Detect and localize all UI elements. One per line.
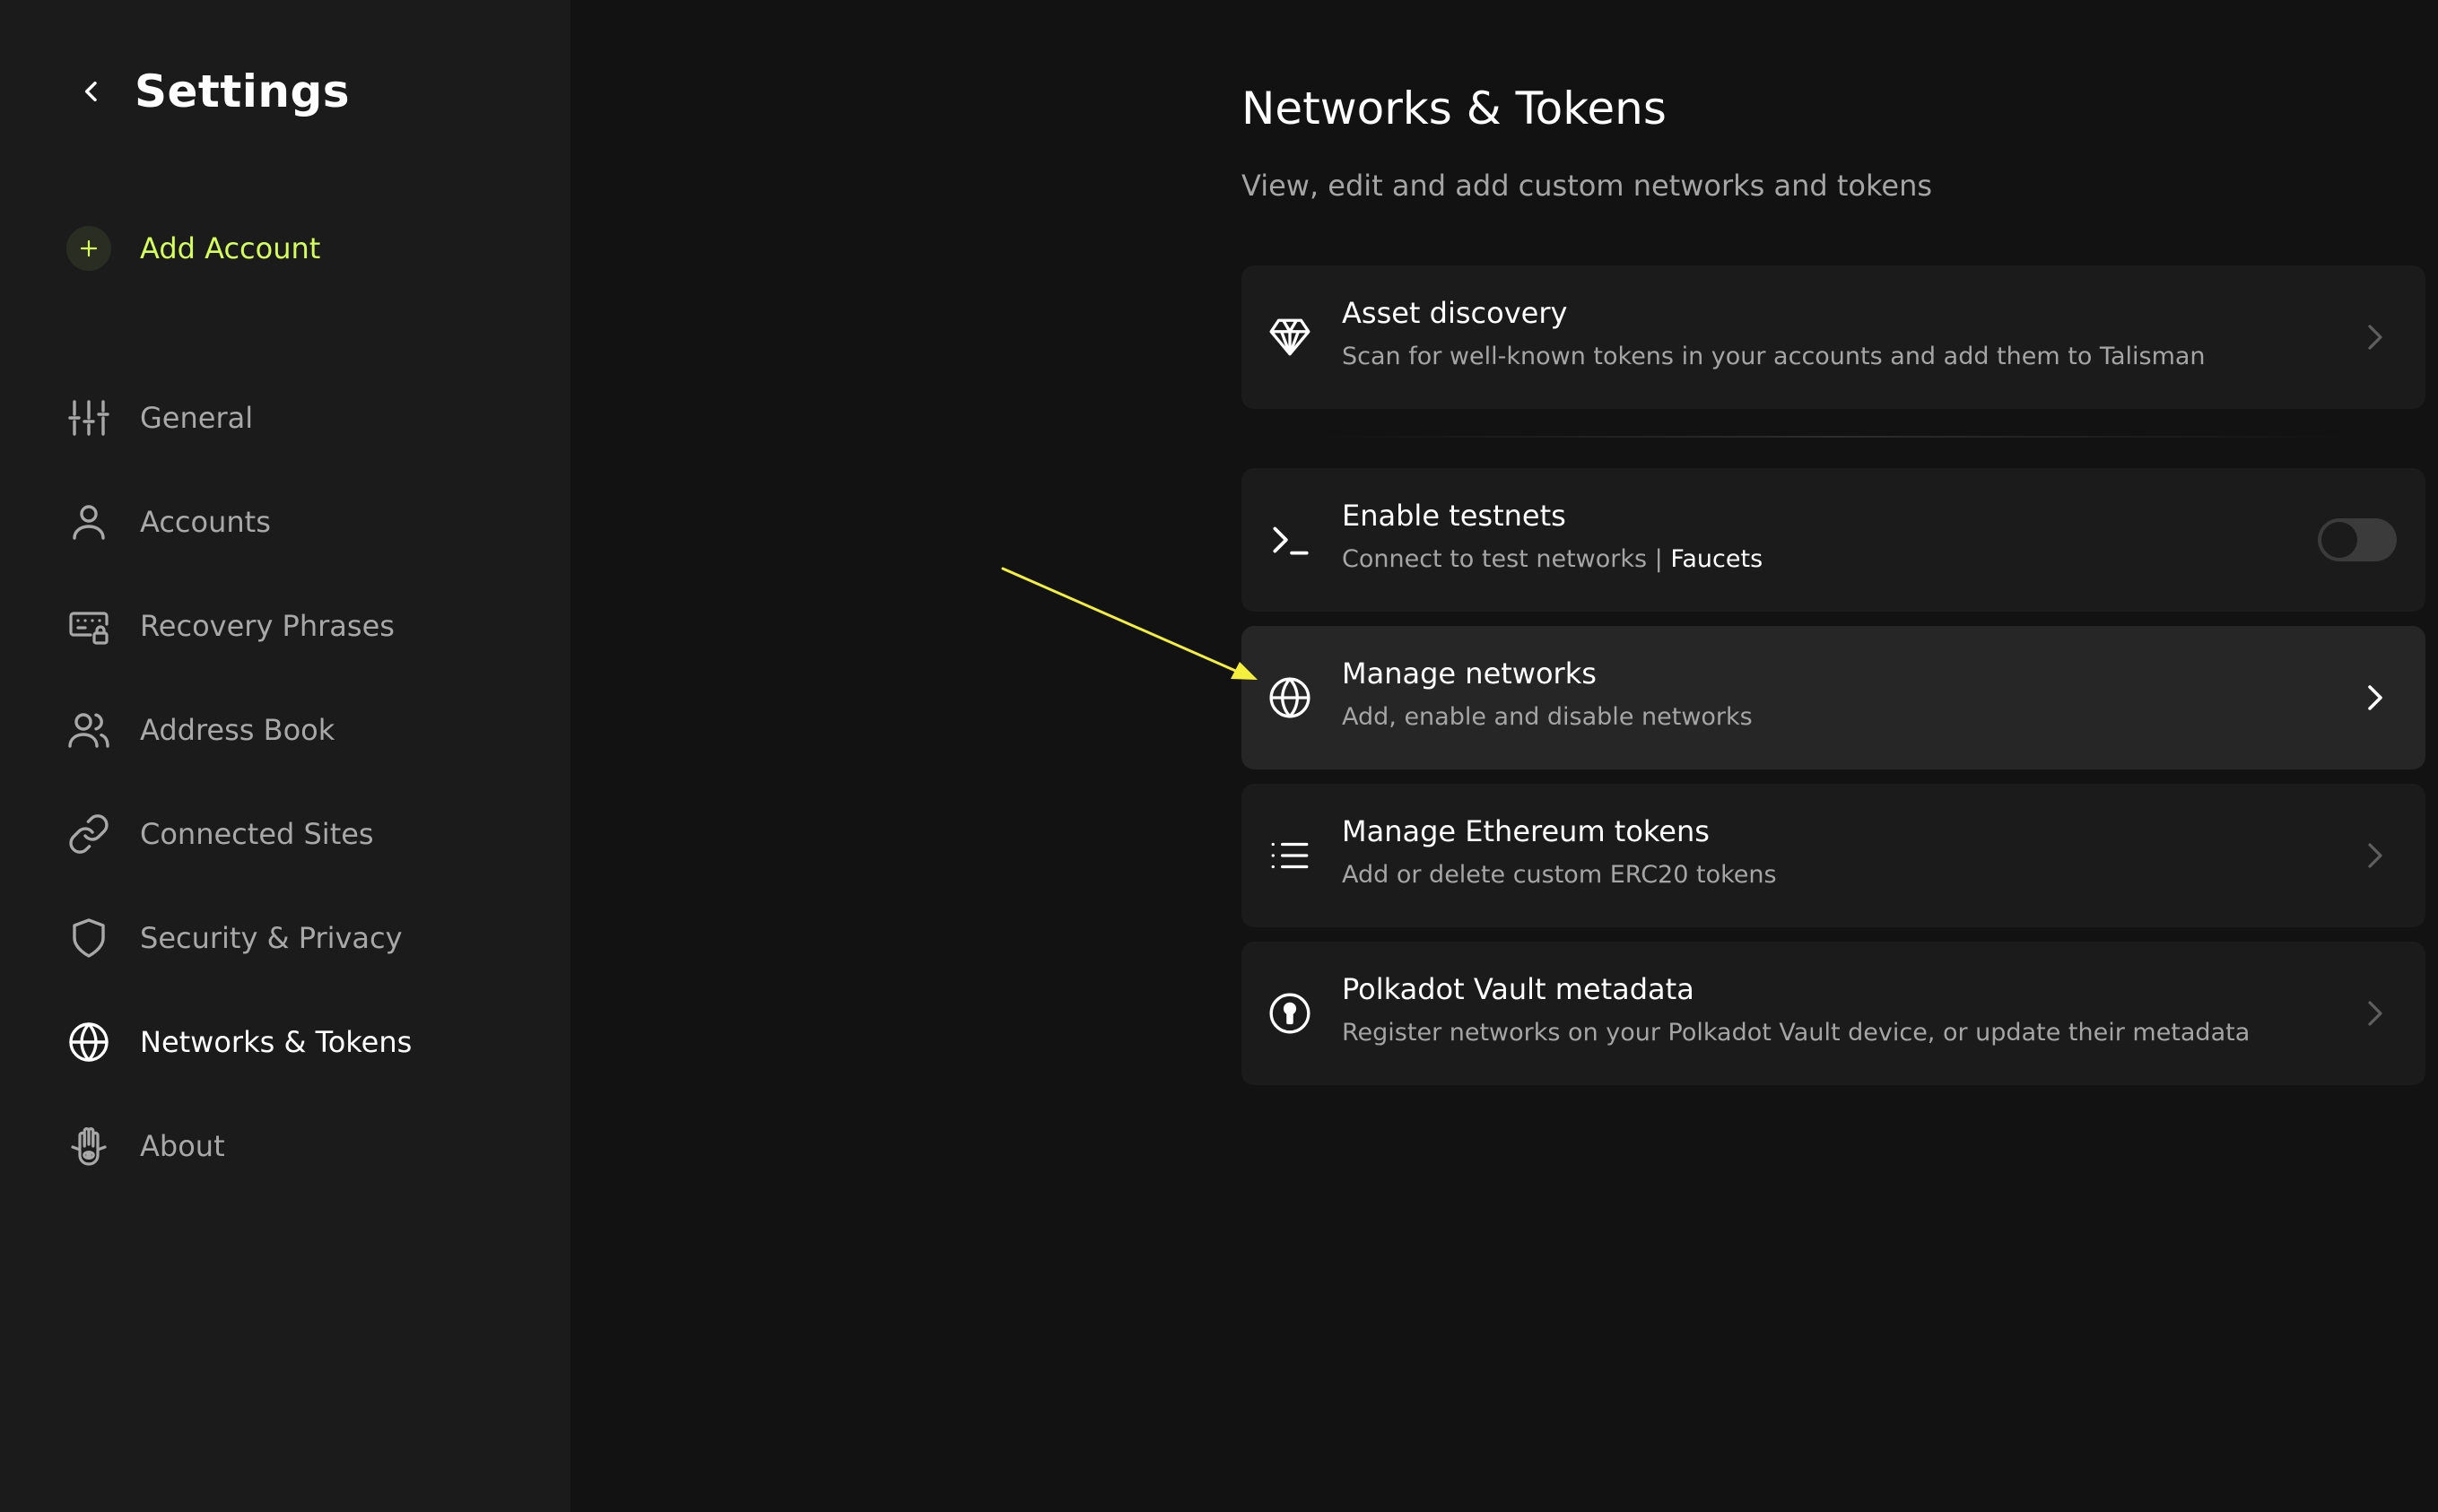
sidebar-item-label: Address Book (140, 713, 335, 747)
chevron-right-icon (2361, 680, 2390, 716)
sidebar-item-label: Connected Sites (140, 817, 374, 851)
card-text: Asset discovery Scan for well-known toke… (1342, 296, 2206, 370)
sidebar: Settings Add Account General Accounts Re… (0, 0, 570, 1512)
card-title: Manage Ethereum tokens (1342, 814, 1710, 848)
keyboard-lock-icon (66, 604, 111, 648)
user-icon (66, 500, 111, 544)
card-title: Enable testnets (1342, 499, 1566, 533)
sidebar-item-about[interactable]: About (66, 1094, 533, 1198)
sidebar-item-label: Security & Privacy (140, 921, 403, 955)
globe-icon (1267, 674, 1313, 721)
card-title: Asset discovery (1342, 296, 1568, 330)
globe-icon (66, 1020, 111, 1064)
sidebar-item-label: Networks & Tokens (140, 1025, 413, 1059)
settings-window: Settings Add Account General Accounts Re… (0, 0, 2438, 1512)
page-subtitle: View, edit and add custom networks and t… (1241, 169, 1933, 203)
hamsa-hand-icon (66, 1124, 111, 1169)
chevron-left-icon (84, 81, 97, 102)
page-title: Networks & Tokens (1241, 83, 1667, 135)
card-title: Polkadot Vault metadata (1342, 972, 1694, 1006)
sidebar-item-label: About (140, 1129, 225, 1163)
testnets-toggle[interactable] (2318, 518, 2397, 561)
chevron-right-icon (2361, 838, 2390, 873)
sidebar-header: Settings (68, 59, 350, 124)
faucets-link[interactable]: Faucets (1670, 545, 1763, 573)
link-icon (66, 812, 111, 856)
card-description-text: Connect to test networks | (1342, 545, 1671, 573)
sidebar-item-connected-sites[interactable]: Connected Sites (66, 782, 533, 886)
chevron-right-icon (2361, 995, 2390, 1031)
card-description: Connect to test networks | Faucets (1342, 545, 1763, 573)
card-description: Add or delete custom ERC20 tokens (1342, 861, 1777, 889)
card-description: Add, enable and disable networks (1342, 703, 1753, 731)
vault-key-icon (1267, 990, 1313, 1037)
sliders-icon (66, 395, 111, 440)
annotation-arrow (1001, 567, 1258, 680)
enable-testnets-card: Enable testnets Connect to test networks… (1241, 468, 2425, 612)
toggle-knob (2321, 522, 2357, 558)
card-text: Manage Ethereum tokens Add or delete cus… (1342, 814, 1777, 889)
card-description: Register networks on your Polkadot Vault… (1342, 1019, 2251, 1047)
sidebar-item-recovery-phrases[interactable]: Recovery Phrases (66, 574, 533, 678)
sidebar-title: Settings (135, 65, 351, 117)
diamond-icon (1267, 314, 1313, 361)
sidebar-item-general[interactable]: General (66, 366, 533, 470)
sidebar-item-accounts[interactable]: Accounts (66, 470, 533, 574)
list-icon (1267, 832, 1313, 879)
sidebar-item-networks-tokens[interactable]: Networks & Tokens (66, 990, 533, 1094)
add-account-button[interactable]: Add Account (66, 226, 320, 271)
card-title: Manage networks (1342, 656, 1597, 691)
users-icon (66, 708, 111, 752)
back-button[interactable] (68, 59, 115, 124)
sidebar-item-address-book[interactable]: Address Book (66, 678, 533, 782)
card-description: Scan for well-known tokens in your accou… (1342, 343, 2206, 370)
sidebar-item-label: Accounts (140, 505, 271, 539)
card-text: Enable testnets Connect to test networks… (1342, 499, 1763, 573)
plus-icon (66, 226, 111, 271)
manage-ethereum-tokens-card[interactable]: Manage Ethereum tokens Add or delete cus… (1241, 784, 2425, 927)
section-divider (1313, 436, 2354, 438)
asset-discovery-card[interactable]: Asset discovery Scan for well-known toke… (1241, 265, 2425, 409)
manage-networks-card[interactable]: Manage networks Add, enable and disable … (1241, 626, 2425, 769)
polkadot-vault-metadata-card[interactable]: Polkadot Vault metadata Register network… (1241, 942, 2425, 1085)
sidebar-item-label: Recovery Phrases (140, 609, 395, 643)
terminal-icon (1267, 517, 1313, 563)
shield-icon (66, 916, 111, 960)
chevron-right-icon (2361, 319, 2390, 355)
sidebar-item-label: General (140, 401, 254, 435)
add-account-label: Add Account (140, 231, 321, 265)
sidebar-item-security-privacy[interactable]: Security & Privacy (66, 886, 533, 990)
sidebar-nav: General Accounts Recovery Phrases Addres… (66, 366, 533, 1198)
card-text: Polkadot Vault metadata Register network… (1342, 972, 2250, 1047)
card-text: Manage networks Add, enable and disable … (1342, 656, 1753, 731)
